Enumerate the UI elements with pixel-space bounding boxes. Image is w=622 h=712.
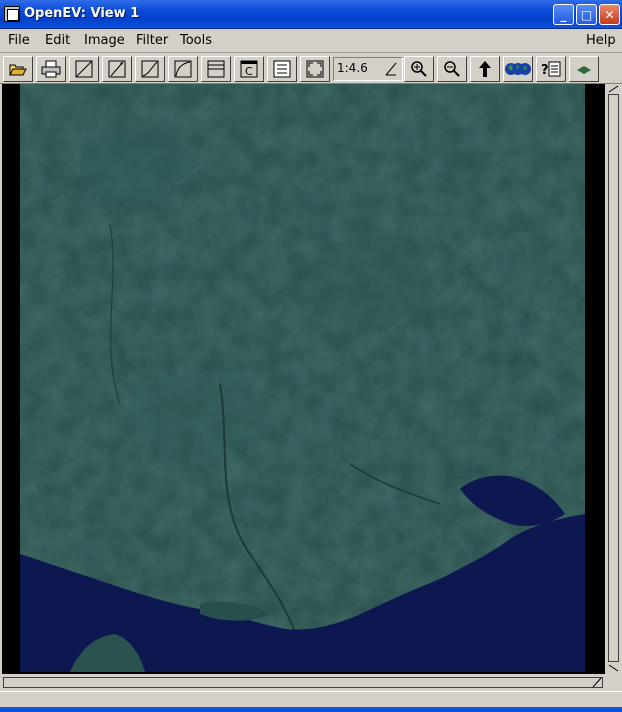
horizontal-scrollbar[interactable] <box>0 674 622 691</box>
scroll-right-icon[interactable] <box>592 677 602 688</box>
svg-text:C: C <box>245 65 253 78</box>
query-help-button[interactable]: ? <box>536 56 566 82</box>
draw-rect-button[interactable] <box>201 56 231 82</box>
close-button[interactable]: ✕ <box>599 4 620 25</box>
image-viewport[interactable] <box>2 84 605 674</box>
satellite-image <box>20 84 585 672</box>
fit-extent-icon <box>306 60 324 78</box>
minimize-icon: _ <box>560 7 567 22</box>
draw-line-icon <box>75 60 93 78</box>
maximize-button[interactable]: □ <box>576 4 597 25</box>
zoom-out-button[interactable] <box>437 56 467 82</box>
text-c-icon: C <box>240 60 258 78</box>
list-icon <box>273 60 291 78</box>
globe-button[interactable] <box>503 56 533 82</box>
window-title: OpenEV: View 1 <box>24 6 140 21</box>
scroll-down-icon[interactable] <box>608 664 619 672</box>
edit-line-icon <box>108 60 126 78</box>
menu-edit[interactable]: Edit <box>45 33 70 48</box>
zoom-ratio-value: 1:4.6 <box>337 61 368 75</box>
menu-file[interactable]: File <box>8 33 30 48</box>
vertical-scrollbar[interactable] <box>605 84 622 674</box>
globe-icon <box>505 63 531 75</box>
minimize-button[interactable]: _ <box>553 4 574 25</box>
zoom-in-icon <box>411 61 427 77</box>
3d-view-icon <box>577 66 591 74</box>
print-icon <box>41 60 61 78</box>
3d-view-button[interactable] <box>569 56 599 82</box>
menu-help[interactable]: Help <box>586 33 616 48</box>
zoom-dropdown-icon[interactable] <box>384 62 398 76</box>
text-button[interactable]: C <box>234 56 264 82</box>
scroll-up-icon[interactable] <box>608 85 619 93</box>
print-button[interactable] <box>36 56 66 82</box>
title-bar[interactable]: OpenEV: View 1 _ □ ✕ <box>0 0 622 29</box>
menu-filter[interactable]: Filter <box>136 33 168 48</box>
zoom-in-button[interactable] <box>404 56 434 82</box>
layer-list-button[interactable] <box>267 56 297 82</box>
close-icon: ✕ <box>604 7 615 22</box>
app-icon <box>4 6 20 22</box>
draw-rect-icon <box>207 60 225 78</box>
zoom-ratio-field[interactable]: 1:4.6 <box>333 57 403 81</box>
help-query-icon: ? <box>541 61 561 78</box>
maximize-icon: □ <box>580 7 593 22</box>
zoom-out-icon <box>444 61 460 77</box>
satellite-raster <box>20 84 585 672</box>
edit-line-button[interactable] <box>102 56 132 82</box>
pan-up-button[interactable] <box>470 56 500 82</box>
arrow-up-icon <box>479 61 491 77</box>
draw-curve-icon <box>141 60 159 78</box>
draw-line-button[interactable] <box>69 56 99 82</box>
draw-arc-button[interactable] <box>168 56 198 82</box>
draw-arc-icon <box>174 60 192 78</box>
fit-extent-button[interactable] <box>300 56 330 82</box>
svg-text:?: ? <box>541 63 549 78</box>
menu-tools[interactable]: Tools <box>180 33 212 48</box>
open-button[interactable] <box>3 56 33 82</box>
horizontal-scroll-track[interactable] <box>3 677 603 688</box>
toolbar: C 1:4.6 ? <box>0 54 622 84</box>
open-file-icon <box>9 64 27 76</box>
vertical-scroll-track[interactable] <box>608 94 619 662</box>
window-bottom-border <box>0 707 622 712</box>
menu-image[interactable]: Image <box>84 33 125 48</box>
draw-curve-button[interactable] <box>135 56 165 82</box>
menu-bar: File Edit Image Filter Tools Help <box>0 29 622 53</box>
